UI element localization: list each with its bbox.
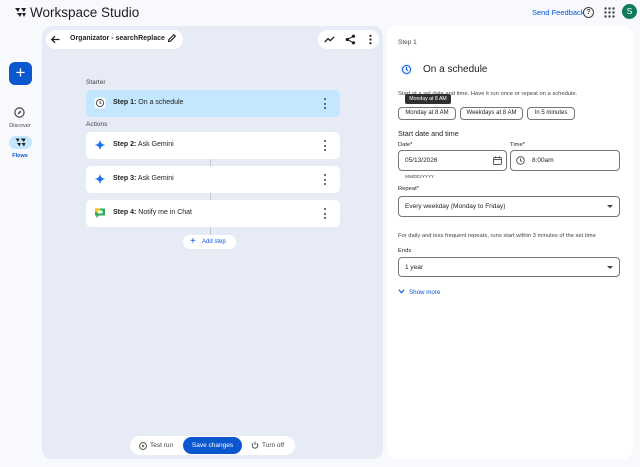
turn-off-button[interactable]: Turn off <box>262 442 284 449</box>
compass-icon[interactable] <box>14 107 25 118</box>
step-label: Step 4: Notify me in Chat <box>113 209 192 216</box>
repeat-value: Every weekday (Monday to Friday) <box>405 203 506 210</box>
google-chat-icon <box>95 208 105 218</box>
preset-chip-weekdays[interactable]: Weekdays at 8 AM <box>460 107 523 120</box>
repeat-note: For daily and less frequent repeats, run… <box>398 233 596 239</box>
avatar[interactable]: S <box>622 4 637 19</box>
more-vert-icon[interactable] <box>322 97 328 110</box>
show-more-link[interactable]: Show more <box>409 289 440 296</box>
more-vert-icon[interactable] <box>322 173 328 186</box>
new-flow-button[interactable]: + <box>9 62 32 85</box>
preset-tooltip: Monday at 8 AM <box>405 94 451 104</box>
preset-chip-in-5-minutes[interactable]: In 5 minutes <box>527 107 575 120</box>
date-label: Date* <box>398 142 413 148</box>
rail-flows-label[interactable]: Flows <box>0 153 40 159</box>
clock-icon <box>94 97 106 109</box>
gemini-sparkle-icon <box>94 139 106 151</box>
step-label: Step 2: Ask Gemini <box>113 141 174 148</box>
rail-discover-label[interactable]: Discover <box>0 123 40 129</box>
clock-icon <box>400 63 413 76</box>
test-run-button[interactable]: Test run <box>150 442 173 449</box>
back-arrow-icon[interactable] <box>50 34 61 45</box>
panel-title: On a schedule <box>423 64 488 75</box>
step-card-2[interactable]: Step 2: Ask Gemini <box>86 132 340 159</box>
chevron-down-icon <box>607 205 613 208</box>
start-heading: Start date and time <box>398 129 459 138</box>
play-icon[interactable] <box>139 442 147 450</box>
step-card-1[interactable]: Step 1: On a schedule <box>86 90 340 117</box>
panel-step-label: Step 1 <box>398 39 417 46</box>
flow-title: Organizator - searchReplace <box>70 35 165 42</box>
time-field[interactable] <box>510 150 620 171</box>
step-label: Step 3: Ask Gemini <box>113 175 174 182</box>
plus-icon: + <box>190 236 196 247</box>
more-vert-icon[interactable] <box>322 139 328 152</box>
clock-icon <box>516 156 525 165</box>
save-changes-button[interactable]: Save changes <box>183 437 242 454</box>
ends-value: 1 year <box>405 264 424 271</box>
more-vert-icon[interactable] <box>322 207 328 220</box>
repeat-label: Repeat* <box>398 186 419 192</box>
gemini-sparkle-icon <box>94 173 106 185</box>
step-card-3[interactable]: Step 3: Ask Gemini <box>86 166 340 193</box>
time-value: 8:00am <box>532 157 554 164</box>
starter-label: Starter <box>86 79 106 86</box>
share-icon[interactable] <box>345 34 356 45</box>
help-icon[interactable]: ? <box>583 7 594 18</box>
ends-label: Ends <box>398 248 412 254</box>
date-value: 05/13/2026 <box>405 157 438 164</box>
pencil-icon[interactable] <box>167 33 177 43</box>
more-vert-icon[interactable] <box>365 34 376 45</box>
app-title: Workspace Studio <box>30 5 140 20</box>
time-label: Time* <box>510 142 525 148</box>
step-connector <box>210 227 211 235</box>
calendar-icon[interactable] <box>493 156 502 165</box>
trend-icon[interactable] <box>324 34 335 45</box>
chevron-down-icon[interactable] <box>398 289 405 294</box>
flows-icon[interactable] <box>15 138 26 147</box>
ends-select[interactable] <box>398 257 620 277</box>
date-hint: MM/DD/YYYY <box>405 174 435 179</box>
step-label: Step 1: On a schedule <box>113 99 184 106</box>
actions-label: Actions <box>86 121 108 128</box>
power-icon[interactable] <box>251 441 259 449</box>
apps-grid-icon[interactable] <box>604 7 615 18</box>
send-feedback-link[interactable]: Send Feedback <box>532 8 585 17</box>
logo-icon <box>15 8 26 17</box>
step-card-4[interactable]: Step 4: Notify me in Chat <box>86 200 340 227</box>
chevron-down-icon <box>607 266 613 269</box>
preset-chip-monday[interactable]: Monday at 8 AM <box>398 107 456 120</box>
